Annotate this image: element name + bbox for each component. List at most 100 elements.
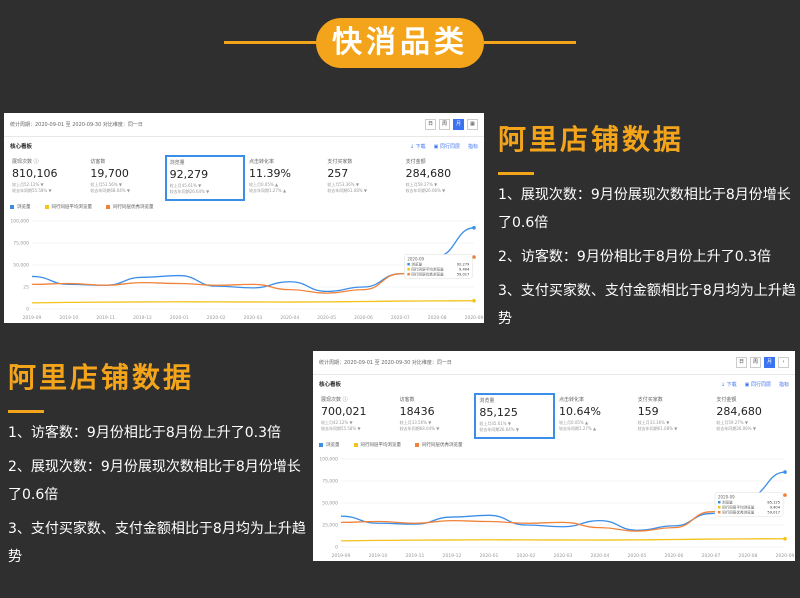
- legend-swatch: [319, 443, 323, 447]
- dashboard-screenshot-2: 统计周期：2020-09-01 至 2020-09-30 对比维度：同一日 日周月…: [313, 351, 795, 561]
- metric-card[interactable]: 浏览量 85,125 较上月45.61% ▼ 较去年同期26.64% ▼: [474, 393, 556, 439]
- series-end-point: [783, 536, 787, 541]
- metric-compare-month: 较上月0.05% ▲: [248, 182, 279, 187]
- tooltip-label: 同行同层平均浏览量: [722, 504, 755, 509]
- x-tick-label: 2020-06: [354, 315, 373, 321]
- metric-card[interactable]: 展现次数 ⓘ 810,106 较上月52.12% ▼ 较去年同期55.58% ▼: [8, 155, 86, 201]
- board-link-2[interactable]: 指标: [779, 381, 789, 388]
- tooltip-swatch: [718, 500, 721, 504]
- y-tick-label: 0: [335, 545, 338, 551]
- legend-item[interactable]: 同行同层优秀浏览量: [106, 204, 154, 210]
- metric-value: 700,021: [321, 405, 367, 418]
- metric-card[interactable]: 点击转化率 10.64% 较上月0.05% ▲ 较去年同期1.27% ▲: [555, 393, 634, 439]
- metric-card[interactable]: 支付金额 284,680 较上月59.27% ▼ 较去年同期26.06% ▼: [712, 393, 791, 439]
- legend-item[interactable]: 同行同层优秀浏览量: [415, 442, 463, 448]
- metric-compare-year: 较去年同期26.64% ▼: [479, 427, 519, 432]
- metric-value: 85,125: [479, 406, 518, 419]
- legend-item[interactable]: 同行同层平均浏览量: [353, 442, 401, 448]
- toolbar: 统计周期：2020-09-01 至 2020-09-30 对比维度：同一日 日周月…: [313, 351, 795, 375]
- metric-card[interactable]: 支付金额 284,680 较上月59.27% ▼ 较去年同期26.06% ▼: [402, 155, 480, 201]
- metric-card[interactable]: 点击转化率 11.39% 较上月0.05% ▲ 较去年同期1.27% ▲: [245, 155, 323, 201]
- x-tick-label: 2019-11: [96, 315, 115, 321]
- tooltip-swatch: [718, 510, 721, 514]
- core-board-row: 核心看板 ↓ 下载 ▣ 同行同层 指标: [4, 137, 484, 155]
- metric-label: 展现次数 ⓘ: [321, 397, 348, 403]
- heading-underline: [498, 172, 534, 175]
- series-line: [31, 300, 475, 304]
- legend-swatch: [44, 205, 49, 209]
- metric-compare-year: 较去年同期68.04% ▼: [90, 188, 130, 193]
- metric-card[interactable]: 浏览量 92,279 较上月45.61% ▼ 较去年同期26.64% ▼: [164, 155, 245, 201]
- metric-value: 159: [637, 405, 659, 418]
- metrics-row: 展现次数 ⓘ 810,106 较上月52.12% ▼ 较去年同期55.58% ▼ 访客数…: [4, 155, 484, 201]
- metric-compare-year: 较去年同期1.27% ▲: [559, 426, 597, 431]
- metric-compare-month: 较上月59.27% ▼: [716, 420, 748, 425]
- metric-value: 257: [327, 167, 349, 180]
- x-tick-label: 2020-03: [554, 553, 573, 559]
- tooltip-swatch: [407, 262, 410, 266]
- metric-card[interactable]: 支付买家数 159 较上月33.36% ▼ 较去年同期61.08% ▼: [634, 393, 713, 439]
- header-line-left: [224, 41, 316, 44]
- legend-swatch: [415, 443, 419, 447]
- board-link-1[interactable]: ▣ 同行同层: [434, 143, 460, 150]
- chart-legend: 浏览量 同行同层平均浏览量 同行同层优秀浏览量: [4, 201, 484, 213]
- legend-label: 同行同层平均浏览量: [51, 205, 93, 210]
- series-end-point: [472, 255, 476, 259]
- heading-underline: [8, 410, 44, 413]
- metric-compare-year: 较去年同期61.08% ▼: [327, 188, 367, 193]
- legend-item[interactable]: 浏览量: [319, 442, 340, 448]
- tooltip-label: 同行同层平均浏览量: [411, 266, 444, 271]
- metric-label: 访客数: [90, 159, 106, 165]
- metric-compare-month: 较上月0.05% ▲: [559, 420, 589, 425]
- y-tick-label: 75,000: [322, 479, 338, 485]
- x-tick-label: 2020-08: [739, 553, 758, 559]
- range-button-3[interactable]: ▦: [467, 119, 478, 130]
- metric-compare-year: 较去年同期55.58% ▼: [12, 188, 52, 193]
- tooltip-label: 同行同层优秀浏览量: [722, 509, 755, 514]
- y-tick-label: 25,000: [322, 523, 338, 529]
- line-chart: 0 25,000 50,000 75,000 100,000 2019-09 2019-10…: [313, 453, 795, 561]
- core-board-title: 核心看板: [10, 144, 33, 150]
- metric-card[interactable]: 访客数 18436 较上月33.56% ▼ 较去年同期68.04% ▼: [396, 393, 475, 439]
- x-tick-label: 2019-11: [406, 553, 425, 559]
- range-button-0[interactable]: 日: [425, 119, 436, 130]
- range-button-0[interactable]: 日: [736, 357, 747, 368]
- tooltip-label: 同行同层优秀浏览量: [411, 271, 444, 276]
- metric-card[interactable]: 访客数 19,700 较上月53.56% ▼ 较去年同期68.04% ▼: [86, 155, 164, 201]
- range-button-1[interactable]: 周: [750, 357, 761, 368]
- board-link-0[interactable]: ↓ 下载: [410, 143, 426, 150]
- x-tick-label: 2019-12: [133, 315, 152, 321]
- point-1: 1、访客数：9月份相比于8月份上升了0.3倍: [8, 425, 281, 441]
- legend-label: 同行同层优秀浏览量: [113, 205, 154, 210]
- range-button-2[interactable]: 月: [764, 357, 775, 368]
- header-line-right: [484, 41, 576, 44]
- metric-card[interactable]: 支付买家数 257 较上月53.36% ▼ 较去年同期61.08% ▼: [323, 155, 401, 201]
- tooltip-value: 59,017: [767, 510, 780, 514]
- series-line: [340, 538, 786, 542]
- legend-item[interactable]: 浏览量: [10, 204, 31, 210]
- chart-legend: 浏览量 同行同层平均浏览量 同行同层优秀浏览量: [313, 439, 795, 451]
- range-button-1[interactable]: 周: [439, 119, 450, 130]
- metric-compare-year: 较去年同期26.06% ▼: [716, 426, 756, 431]
- header: 快消品类: [0, 0, 800, 84]
- metric-card[interactable]: 展现次数 ⓘ 700,021 较上月42.12% ▼ 较去年同期55.58% ▼: [317, 393, 396, 439]
- tooltip-value: 92,279: [457, 262, 470, 266]
- y-tick-label: 50,000: [322, 501, 338, 507]
- metric-label: 支付买家数: [327, 159, 353, 165]
- section-heading: 阿里店铺数据: [498, 123, 685, 156]
- board-link-2[interactable]: 指标: [468, 143, 478, 150]
- tooltip-date: 2020-09: [718, 494, 735, 499]
- range-button-3[interactable]: ‹: [778, 357, 789, 368]
- section-heading: 阿里店铺数据: [8, 361, 195, 394]
- board-link-1[interactable]: ▣ 同行同层: [745, 381, 771, 388]
- chart-svg: 0 25,000 50,000 75,000 100,000 2019-09 2019-10…: [319, 457, 794, 560]
- x-tick-label: 2020-07: [391, 315, 410, 321]
- legend-label: 浏览量: [17, 205, 31, 210]
- board-link-0[interactable]: ↓ 下载: [721, 381, 737, 388]
- legend-swatch: [10, 205, 14, 209]
- metrics-row: 展现次数 ⓘ 700,021 较上月42.12% ▼ 较去年同期55.58% ▼ 访客数…: [313, 393, 795, 439]
- tooltip-value: 9,404: [459, 267, 470, 271]
- range-button-2[interactable]: 月: [453, 119, 464, 130]
- legend-item[interactable]: 同行同层平均浏览量: [44, 204, 93, 210]
- tooltip-label: 浏览量: [722, 499, 733, 504]
